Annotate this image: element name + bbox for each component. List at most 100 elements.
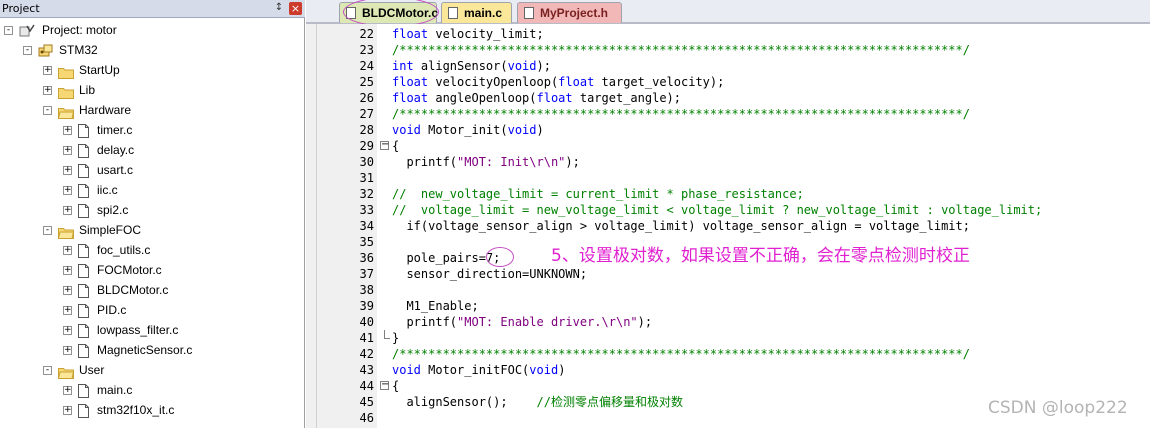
- line-number: 22: [359, 27, 374, 41]
- tree-item-label: PID.c: [97, 303, 127, 317]
- expand-toggle-icon[interactable]: +: [63, 385, 72, 395]
- line-number: 43: [359, 363, 374, 377]
- fold-toggle-icon[interactable]: −: [380, 380, 389, 390]
- code-line[interactable]: 33 // voltage_limit = new_voltage_limit <…: [306, 202, 1150, 218]
- collapse-toggle-icon[interactable]: -: [4, 25, 13, 35]
- line-number: 27: [359, 107, 374, 121]
- collapse-toggle-icon[interactable]: -: [43, 365, 52, 375]
- tree-item-label: iic.c: [97, 183, 118, 197]
- expand-toggle-icon[interactable]: +: [63, 245, 72, 255]
- close-icon[interactable]: ×: [289, 2, 302, 15]
- tree-file-item[interactable]: + usart.c: [63, 160, 133, 180]
- line-number: 36: [359, 251, 374, 265]
- tree-item-target[interactable]: - STM32: [23, 40, 98, 60]
- c-file-icon: [78, 283, 89, 298]
- collapse-toggle-icon[interactable]: -: [43, 225, 52, 235]
- c-file-icon: [78, 263, 89, 278]
- c-file-icon: [78, 403, 89, 418]
- expand-toggle-icon[interactable]: +: [43, 65, 52, 75]
- tree-file-item[interactable]: + MagneticSensor.c: [63, 340, 192, 360]
- line-number: 25: [359, 75, 374, 89]
- code-line[interactable]: 38: [306, 282, 1150, 298]
- line-number: 24: [359, 59, 374, 73]
- c-file-icon: [78, 243, 89, 258]
- tree-file-item[interactable]: + BLDCMotor.c: [63, 280, 168, 300]
- tree-file-item[interactable]: + spi2.c: [63, 200, 128, 220]
- code-line[interactable]: 31: [306, 170, 1150, 186]
- pin-icon[interactable]: ↕: [273, 2, 285, 14]
- code-text: // voltage_limit = new_voltage_limit < v…: [392, 203, 1043, 217]
- tree-file-item[interactable]: + lowpass_filter.c: [63, 320, 178, 340]
- expand-toggle-icon[interactable]: +: [63, 305, 72, 315]
- code-text: void Motor_initFOC(void): [392, 363, 566, 377]
- tab-myproject-h[interactable]: MyProject.h: [517, 2, 622, 23]
- file-icon: [524, 7, 534, 19]
- line-number: 41: [359, 331, 374, 345]
- code-line[interactable]: 42 /*************************************…: [306, 346, 1150, 362]
- code-line[interactable]: 22 float velocity_limit;: [306, 26, 1150, 42]
- code-line[interactable]: 39 M1_Enable;: [306, 298, 1150, 314]
- tree-item-label: Project: motor: [42, 23, 117, 37]
- watermark: CSDN @loop222: [988, 398, 1128, 418]
- file-icon: [448, 7, 458, 19]
- code-line[interactable]: 43 void Motor_initFOC(void): [306, 362, 1150, 378]
- tree-group-hardware[interactable]: - Hardware: [43, 100, 131, 120]
- tree-file-item[interactable]: + delay.c: [63, 140, 134, 160]
- tree-item-label: FOCMotor.c: [97, 263, 162, 277]
- expand-toggle-icon[interactable]: +: [63, 405, 72, 415]
- code-text: pole_pairs=7;: [392, 251, 501, 265]
- expand-toggle-icon[interactable]: +: [63, 265, 72, 275]
- code-text: /***************************************…: [392, 107, 970, 121]
- line-number: 46: [359, 411, 374, 425]
- expand-toggle-icon[interactable]: +: [43, 85, 52, 95]
- tree-file-item[interactable]: + iic.c: [63, 180, 118, 200]
- code-line[interactable]: 26 float angleOpenloop(float target_angle…: [306, 90, 1150, 106]
- tree-group-lib[interactable]: + Lib: [43, 80, 95, 100]
- code-line[interactable]: 25 float velocityOpenloop(float target_ve…: [306, 74, 1150, 90]
- tree-file-item[interactable]: + main.c: [63, 380, 132, 400]
- tree-file-item[interactable]: + timer.c: [63, 120, 132, 140]
- expand-toggle-icon[interactable]: +: [63, 325, 72, 335]
- code-text: if(voltage_sensor_align > voltage_limit)…: [392, 219, 970, 233]
- code-editor[interactable]: 22 float velocity_limit; 23 /**************…: [306, 24, 1150, 428]
- tree-group-simplefoc[interactable]: - SimpleFOC: [43, 220, 141, 240]
- folder-icon: [58, 64, 74, 79]
- expand-toggle-icon[interactable]: +: [63, 185, 72, 195]
- tree-file-item[interactable]: + FOCMotor.c: [63, 260, 162, 280]
- expand-toggle-icon[interactable]: +: [63, 205, 72, 215]
- line-number: 30: [359, 155, 374, 169]
- code-line[interactable]: 44−{: [306, 378, 1150, 394]
- collapse-toggle-icon[interactable]: -: [23, 45, 32, 55]
- tree-item-project[interactable]: - Project: motor: [4, 20, 117, 40]
- tab-main-c[interactable]: main.c: [441, 2, 512, 23]
- collapse-toggle-icon[interactable]: -: [43, 105, 52, 115]
- line-number: 42: [359, 347, 374, 361]
- tree-file-item[interactable]: + stm32f10x_it.c: [63, 400, 174, 420]
- code-line[interactable]: 28 void Motor_init(void): [306, 122, 1150, 138]
- expand-toggle-icon[interactable]: +: [63, 345, 72, 355]
- code-line[interactable]: 34 if(voltage_sensor_align > voltage_lim…: [306, 218, 1150, 234]
- code-line[interactable]: 29−{: [306, 138, 1150, 154]
- expand-toggle-icon[interactable]: +: [63, 145, 72, 155]
- code-line[interactable]: 30 printf("MOT: Init\r\n");: [306, 154, 1150, 170]
- expand-toggle-icon[interactable]: +: [63, 165, 72, 175]
- code-line[interactable]: 40 printf("MOT: Enable driver.\r\n");: [306, 314, 1150, 330]
- code-text: M1_Enable;: [392, 299, 479, 313]
- code-line[interactable]: 24 int alignSensor(void);: [306, 58, 1150, 74]
- tree-group-user[interactable]: - User: [43, 360, 104, 380]
- code-line[interactable]: 37 sensor_direction=UNKNOWN;: [306, 266, 1150, 282]
- code-line[interactable]: 41}: [306, 330, 1150, 346]
- code-line[interactable]: 23 /*************************************…: [306, 42, 1150, 58]
- fold-toggle-icon[interactable]: −: [380, 140, 389, 150]
- code-line[interactable]: 32 // new_voltage_limit = current_limit *…: [306, 186, 1150, 202]
- expand-toggle-icon[interactable]: +: [63, 125, 72, 135]
- fold-end-marker: [384, 330, 390, 339]
- tree-group-startup[interactable]: + StartUp: [43, 60, 120, 80]
- line-number: 37: [359, 267, 374, 281]
- expand-toggle-icon[interactable]: +: [63, 285, 72, 295]
- tree-file-item[interactable]: + foc_utils.c: [63, 240, 150, 260]
- code-text: {: [392, 379, 400, 393]
- tab-bldcmotor-c[interactable]: BLDCMotor.c: [339, 2, 438, 23]
- code-line[interactable]: 27 /*************************************…: [306, 106, 1150, 122]
- tree-file-item[interactable]: + PID.c: [63, 300, 126, 320]
